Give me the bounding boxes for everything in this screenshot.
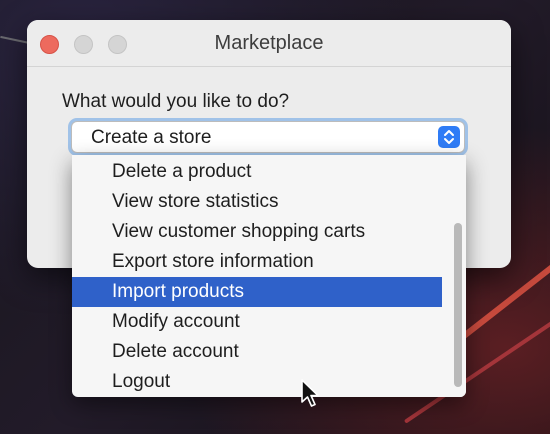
menu-item-export-store-information[interactable]: Export store information	[72, 247, 442, 277]
window-title: Marketplace	[214, 32, 324, 54]
action-select-value: Create a store	[91, 127, 212, 148]
menu-item-delete-product[interactable]: Delete a product	[72, 157, 442, 187]
title-bar[interactable]: Marketplace	[27, 20, 511, 67]
action-prompt-label: What would you like to do?	[62, 91, 290, 112]
menu-item-modify-account[interactable]: Modify account	[72, 307, 442, 337]
menu-item-import-products[interactable]: Import products	[72, 277, 442, 307]
menu-item-view-customer-shopping-carts[interactable]: View customer shopping carts	[72, 217, 442, 247]
menu-scrollbar-thumb[interactable]	[454, 223, 462, 387]
action-dropdown-menu: Delete a product View store statistics V…	[72, 155, 466, 397]
chevron-up-down-icon[interactable]	[438, 126, 460, 148]
menu-scrollbar[interactable]	[450, 155, 466, 397]
menu-item-view-store-statistics[interactable]: View store statistics	[72, 187, 442, 217]
mouse-pointer-icon	[300, 378, 322, 408]
action-select[interactable]: Create a store	[71, 121, 465, 153]
menu-item-delete-account[interactable]: Delete account	[72, 337, 442, 367]
menu-item-logout[interactable]: Logout	[72, 367, 442, 397]
